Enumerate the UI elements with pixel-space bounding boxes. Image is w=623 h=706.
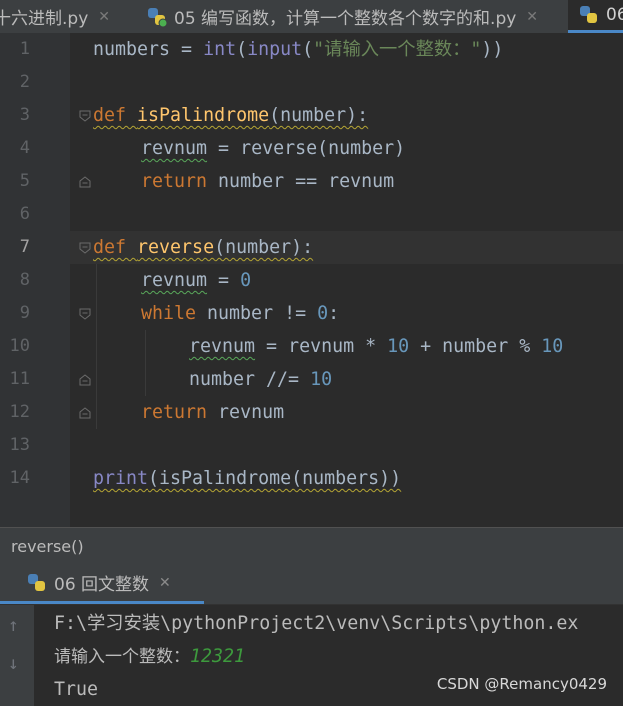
editor-tab-bar: 十六进制.py ✕ 05 编写函数，计算一个整数各个数字的和.py ✕ 06 <box>0 0 623 34</box>
code-line-5: return number == revnum <box>141 171 395 192</box>
close-icon[interactable]: ✕ <box>159 575 171 591</box>
arrow-up-icon[interactable]: ↑ <box>8 615 19 636</box>
fold-collapse-icon[interactable] <box>78 109 92 123</box>
python-icon <box>28 573 45 591</box>
line-number: 6 <box>19 204 30 224</box>
line-number: 11 <box>9 369 30 389</box>
tab-digit-sum[interactable]: 05 编写函数，计算一个整数各个数字的和.py ✕ <box>146 0 538 33</box>
console-prompt-line: 请输入一个整数：12321 <box>54 646 246 667</box>
fold-collapse-icon[interactable] <box>78 241 92 255</box>
console-result-line: True <box>54 679 99 700</box>
tab-hex[interactable]: 十六进制.py ✕ <box>0 0 110 33</box>
tab-label: 十六进制.py <box>0 9 89 29</box>
console-command-line: F:\学习安装\pythonProject2\venv\Scripts\pyth… <box>54 613 579 634</box>
code-line-11: number //= 10 <box>189 369 333 390</box>
arrow-down-icon[interactable]: ↓ <box>8 653 19 674</box>
code-line-7: def reverse(number): <box>93 237 314 258</box>
code-line-12: return revnum <box>141 402 285 423</box>
console-user-input: 12321 <box>190 646 246 667</box>
run-tool-window-header: 06 回文整数 ✕ <box>0 564 623 605</box>
breadcrumb[interactable]: reverse() <box>0 527 623 565</box>
line-number: 10 <box>9 336 30 356</box>
line-number: 12 <box>9 402 30 422</box>
code-line-3: def isPalindrome(number): <box>93 105 369 126</box>
line-number: 3 <box>19 105 30 125</box>
line-number: 2 <box>19 72 30 92</box>
tab-palindrome[interactable]: 06 <box>568 0 623 33</box>
code-editor[interactable]: 1 2 3 4 5 6 7 8 9 10 11 12 13 14 numbers… <box>0 33 623 527</box>
run-tab-label: 06 回文整数 <box>54 575 150 595</box>
code-line-1: numbers = int(input("请输入一个整数：")) <box>93 39 504 60</box>
tab-run-config[interactable]: 06 回文整数 ✕ <box>0 564 204 604</box>
close-icon[interactable]: ✕ <box>526 9 538 25</box>
tab-label: 06 <box>606 5 623 25</box>
code-line-10: revnum = revnum * 10 + number % 10 <box>189 336 564 357</box>
indent-guide <box>96 264 97 429</box>
code-line-14: print(isPalindrome(numbers)) <box>93 468 402 489</box>
line-number: 4 <box>19 138 30 158</box>
fold-end-icon[interactable] <box>78 406 92 420</box>
line-number: 14 <box>9 468 30 488</box>
code-line-8: revnum = 0 <box>141 270 252 291</box>
line-number: 8 <box>19 270 30 290</box>
close-icon[interactable]: ✕ <box>98 9 110 25</box>
line-number: 9 <box>19 303 30 323</box>
indent-guide <box>145 330 146 396</box>
fold-collapse-icon[interactable] <box>78 307 92 321</box>
python-file-icon <box>580 6 597 23</box>
console-toolbar: ↑ ↓ <box>0 605 34 706</box>
line-number-current: 7 <box>19 237 30 257</box>
breadcrumb-item[interactable]: reverse() <box>0 537 84 556</box>
fold-end-icon[interactable] <box>78 373 92 387</box>
line-number: 13 <box>9 435 30 455</box>
tab-label: 05 编写函数，计算一个整数各个数字的和.py <box>174 9 517 29</box>
line-number: 1 <box>19 39 30 59</box>
code-line-9: while number != 0: <box>141 303 340 324</box>
python-file-icon <box>148 7 168 27</box>
code-line-4: revnum = reverse(number) <box>141 138 406 159</box>
fold-end-icon[interactable] <box>78 175 92 189</box>
watermark: CSDN @Remancy0429 <box>436 675 607 693</box>
line-number: 5 <box>19 171 30 191</box>
